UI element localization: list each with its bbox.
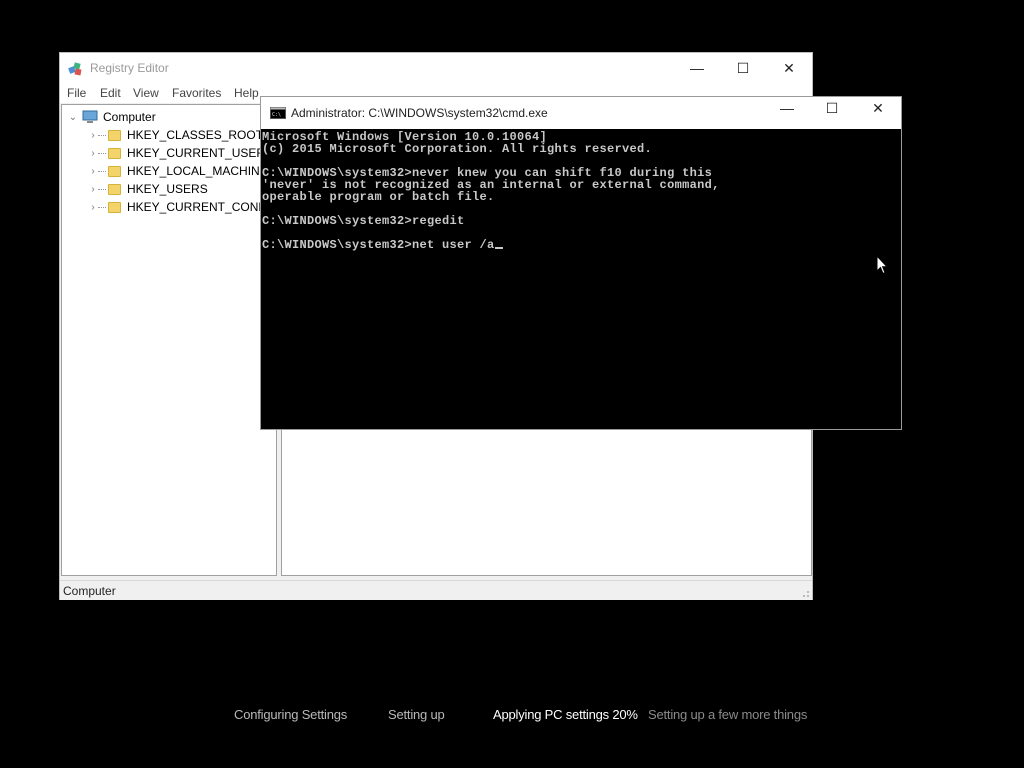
- close-button[interactable]: ✕: [855, 97, 901, 119]
- tree-item-label: HKEY_CURRENT_CONFIG: [127, 200, 279, 214]
- menu-file[interactable]: File: [67, 86, 86, 100]
- maximize-button[interactable]: ☐: [720, 53, 766, 83]
- tree-item-label: HKEY_LOCAL_MACHINE: [127, 164, 268, 178]
- tree-item-hkey-classes-root[interactable]: › HKEY_CLASSES_ROOT: [88, 126, 263, 144]
- text-cursor: [494, 247, 503, 249]
- setup-step-applying-settings: Applying PC settings 20%: [493, 707, 638, 722]
- tree-item-computer[interactable]: ⌄ Computer: [68, 108, 156, 126]
- setup-step-more-things: Setting up a few more things: [648, 707, 808, 722]
- menu-help[interactable]: Help: [234, 86, 259, 100]
- folder-icon: [108, 129, 121, 141]
- tree-connector: [98, 206, 106, 208]
- chevron-down-icon[interactable]: ⌄: [68, 112, 78, 123]
- folder-icon: [108, 165, 121, 177]
- cmd-titlebar[interactable]: C:\ Administrator: C:\WINDOWS\system32\c…: [261, 97, 901, 129]
- cmd-window: C:\ Administrator: C:\WINDOWS\system32\c…: [260, 96, 902, 430]
- tree-item-label: HKEY_CLASSES_ROOT: [127, 128, 264, 142]
- folder-icon: [108, 201, 121, 213]
- maximize-button[interactable]: ☐: [809, 97, 855, 119]
- console-input[interactable]: C:\WINDOWS\system32>net user /a: [262, 238, 495, 252]
- chevron-right-icon[interactable]: ›: [88, 166, 98, 177]
- console-line: C:\WINDOWS\system32>regedit: [262, 214, 465, 228]
- tree-item-hkey-current-config[interactable]: › HKEY_CURRENT_CONFIG: [88, 198, 278, 216]
- tree-item-label: HKEY_USERS: [127, 182, 208, 196]
- menu-edit[interactable]: Edit: [100, 86, 121, 100]
- menu-favorites[interactable]: Favorites: [172, 86, 221, 100]
- status-text: Computer: [63, 584, 116, 598]
- computer-icon: [82, 110, 98, 123]
- tree-connector: [98, 170, 106, 172]
- minimize-button[interactable]: —: [674, 53, 720, 83]
- folder-icon: [108, 183, 121, 195]
- close-button[interactable]: ✕: [766, 53, 812, 83]
- tree-connector: [98, 134, 106, 136]
- console-prompt-line[interactable]: C:\WINDOWS\system32>net user /a: [262, 239, 503, 251]
- minimize-button[interactable]: —: [764, 97, 810, 119]
- setup-step-setting-up: Setting up: [388, 707, 445, 722]
- chevron-right-icon[interactable]: ›: [88, 184, 98, 195]
- folder-icon: [108, 147, 121, 159]
- mouse-pointer-icon: [876, 255, 888, 275]
- status-bar: Computer: [60, 580, 812, 600]
- window-title: Administrator: C:\WINDOWS\system32\cmd.e…: [291, 106, 548, 120]
- registry-editor-icon: [68, 62, 82, 76]
- window-title: Registry Editor: [90, 61, 169, 75]
- console-line: (c) 2015 Microsoft Corporation. All righ…: [262, 142, 653, 156]
- resize-grip-icon[interactable]: [800, 588, 810, 598]
- chevron-right-icon[interactable]: ›: [88, 148, 98, 159]
- chevron-right-icon[interactable]: ›: [88, 202, 98, 213]
- setup-step-configuring: Configuring Settings: [234, 707, 348, 722]
- tree-connector: [98, 188, 106, 190]
- tree-item-label: HKEY_CURRENT_USER: [127, 146, 266, 160]
- registry-editor-titlebar[interactable]: Registry Editor — ☐ ✕: [60, 53, 812, 83]
- console-output[interactable]: Microsoft Windows [Version 10.0.10064] (…: [262, 130, 900, 428]
- tree-item-hkey-local-machine[interactable]: › HKEY_LOCAL_MACHINE: [88, 162, 268, 180]
- svg-text:C:\: C:\: [272, 112, 281, 118]
- console-line: operable program or batch file.: [262, 190, 495, 204]
- tree-connector: [98, 152, 106, 154]
- cmd-icon: C:\: [270, 107, 286, 119]
- menu-view[interactable]: View: [133, 86, 159, 100]
- tree-item-label: Computer: [103, 110, 156, 124]
- registry-tree-pane[interactable]: ⌄ Computer › HKEY_CLASSES_ROOT › HKEY_CU…: [61, 104, 278, 576]
- tree-item-hkey-users[interactable]: › HKEY_USERS: [88, 180, 208, 198]
- chevron-right-icon[interactable]: ›: [88, 130, 98, 141]
- tree-item-hkey-current-user[interactable]: › HKEY_CURRENT_USER: [88, 144, 265, 162]
